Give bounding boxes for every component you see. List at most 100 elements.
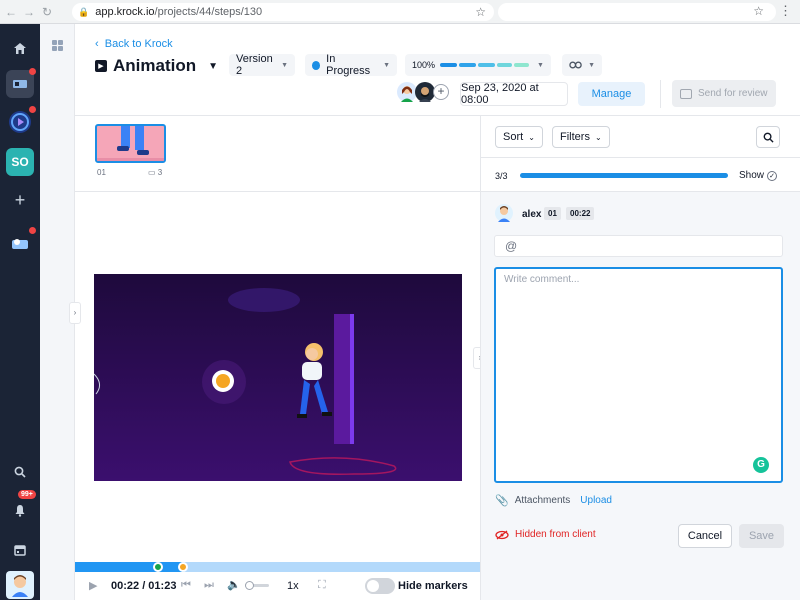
sort-dropdown[interactable]: Sort ⌄ (495, 126, 543, 148)
comment-icon: ▭ (148, 168, 158, 177)
rail-project-active[interactable] (6, 68, 36, 98)
search-comments-button[interactable] (756, 126, 780, 148)
thumbnail-frame[interactable] (95, 124, 166, 163)
version-thumbnails: 01 ▭ 3 (75, 116, 480, 192)
attachments-label: Attachments (514, 495, 571, 506)
hidden-from-client-toggle[interactable]: Hidden from client (495, 529, 596, 540)
rail-project-other[interactable] (6, 227, 36, 257)
progress-segment (513, 63, 530, 67)
extension-bar: ☆ (498, 3, 776, 21)
calendar-icon[interactable] (6, 536, 34, 564)
rail-project-krock[interactable] (6, 106, 36, 136)
divider (660, 80, 661, 108)
play-icon[interactable]: ▶ (89, 579, 97, 592)
caret-down-icon: ▼ (588, 61, 595, 69)
show-toggle[interactable]: Show ✓ (739, 170, 778, 181)
save-button[interactable]: Save (739, 524, 784, 548)
page-title: Animation (113, 56, 197, 75)
bookmark-star-icon[interactable]: ☆ (475, 5, 486, 19)
status-label: In Progress (326, 53, 371, 77)
upload-link[interactable]: Upload (580, 495, 612, 506)
due-date-picker[interactable]: Sep 23, 2020 at 08:00 (460, 82, 568, 106)
app-rail: SO + 99+ (0, 24, 40, 600)
notification-dot (29, 227, 36, 234)
add-assignee-button[interactable]: + (433, 84, 449, 100)
link-icon (569, 61, 582, 69)
progress-label: 100% (412, 60, 436, 70)
notifications-bell-icon[interactable]: 99+ (6, 490, 36, 524)
back-arrow-icon[interactable]: ← (2, 5, 20, 19)
mention-input[interactable]: @ (494, 235, 783, 257)
volume-icon[interactable]: 🔈 (227, 578, 241, 591)
browser-bar: ← → ↻ 🔒 app.krock.io/projects/44/steps/1… (0, 0, 800, 24)
progress-dropdown[interactable]: 100% ▼ (405, 54, 551, 76)
hidden-from-client-label: Hidden from client (515, 529, 596, 540)
manage-button[interactable]: Manage (578, 82, 645, 106)
timeline-scrubber[interactable] (75, 562, 480, 572)
comment-count: 3/3 (495, 171, 508, 181)
volume-knob[interactable] (245, 581, 254, 590)
assignee-avatar[interactable] (415, 82, 435, 102)
hide-markers-label: Hide markers (398, 580, 468, 592)
home-icon[interactable] (6, 34, 34, 62)
grammarly-icon[interactable]: G (753, 457, 769, 473)
user-name: alex (522, 209, 542, 220)
notification-dot (29, 68, 36, 75)
notifications-badge: 99+ (18, 490, 36, 499)
sort-label: Sort (503, 131, 524, 143)
progress-segment (458, 63, 476, 67)
comment-composer: alex 01 00:22 @ Write comment... G 📎 Att… (481, 192, 800, 600)
filters-dropdown[interactable]: Filters ⌄ (552, 126, 610, 148)
chevron-left-icon: ‹ (95, 38, 105, 50)
speed-selector[interactable]: 1x (287, 580, 299, 592)
filters-label: Filters (560, 131, 590, 143)
thumbnail-comment-count: ▭ 3 (148, 168, 162, 177)
video-frame[interactable] (94, 274, 462, 481)
address-bar[interactable]: 🔒 app.krock.io/projects/44/steps/130 ☆ (72, 3, 494, 21)
fullscreen-icon[interactable]: ⛶ (318, 579, 326, 592)
review-icon (680, 88, 692, 99)
assignee-avatar[interactable] (397, 82, 417, 102)
lock-icon: 🔒 (78, 6, 90, 17)
reload-icon[interactable]: ↻ (38, 5, 56, 19)
add-project-icon[interactable]: + (6, 186, 34, 214)
comment-count: 3 (157, 168, 163, 177)
comments-progress-bar (520, 173, 728, 178)
timeline-marker[interactable] (178, 562, 189, 572)
send-for-review-button[interactable]: Send for review (672, 80, 776, 107)
divider (481, 157, 800, 158)
comments-panel: Sort ⌄ Filters ⌄ 3/3 Show ✓ alex 01 00:2… (480, 116, 800, 600)
next-frame-icon[interactable]: ⏭ (204, 579, 214, 592)
browser-menu-icon[interactable]: ⋮ (779, 3, 792, 19)
back-link[interactable]: ‹ Back to Krock (95, 38, 173, 50)
hide-markers-toggle[interactable] (365, 578, 395, 594)
workspace-avatar[interactable]: SO (6, 148, 34, 176)
player-controls: ▶ 00:22 / 01:23 ⏮ ⏭ 🔈 1x ⛶ Hide markers (75, 572, 480, 600)
user-avatar (495, 204, 513, 222)
url-host: app.krock.io (95, 6, 155, 18)
search-icon[interactable] (6, 458, 34, 486)
cancel-button[interactable]: Cancel (678, 524, 732, 548)
chevron-down-icon[interactable]: ▼ (208, 61, 218, 72)
video-scene (94, 274, 462, 481)
previous-frame-icon[interactable]: ⏮ (181, 579, 191, 592)
star-icon[interactable]: ☆ (753, 4, 764, 18)
forward-arrow-icon[interactable]: → (20, 5, 38, 19)
title-row: ▶ Animation ▼ (95, 56, 218, 76)
comment-textarea[interactable]: Write comment... G (494, 267, 783, 483)
share-link-dropdown[interactable]: ▼ (562, 54, 602, 76)
back-link-label: Back to Krock (104, 38, 173, 50)
comment-placeholder: Write comment... (504, 274, 580, 285)
show-label: Show (739, 170, 765, 181)
thumbnail-index: 01 (97, 168, 106, 177)
timecode-tag: 00:22 (566, 207, 595, 220)
status-dropdown[interactable]: In Progress ▼ (305, 53, 397, 77)
expand-left-button[interactable]: › (69, 302, 81, 324)
version-dropdown[interactable]: Version 2 ▼ (229, 53, 295, 77)
send-for-review-label: Send for review (698, 88, 768, 99)
eye-off-icon (495, 529, 509, 540)
grid-view-icon[interactable] (52, 40, 63, 51)
user-avatar[interactable] (6, 571, 34, 599)
chevron-down-icon: ⌄ (528, 132, 535, 142)
caret-down-icon: ▼ (281, 61, 288, 69)
